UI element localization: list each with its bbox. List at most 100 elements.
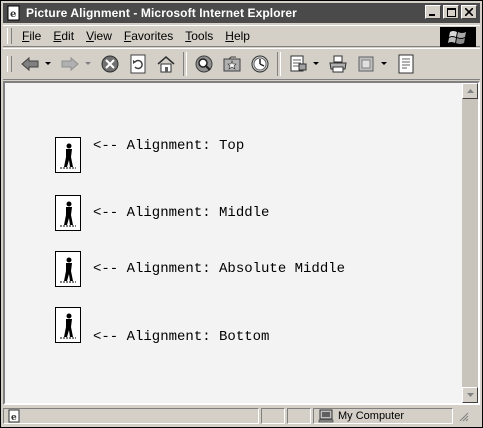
resize-grip-icon: [459, 412, 469, 422]
forward-dropdown[interactable]: [84, 52, 92, 76]
status-main: e: [3, 408, 259, 424]
back-dropdown[interactable]: [44, 52, 52, 76]
status-zone: My Computer: [313, 408, 453, 424]
refresh-button[interactable]: [126, 52, 150, 76]
print-button[interactable]: [326, 52, 350, 76]
menu-file-rest: ile: [29, 29, 42, 43]
scroll-down-button[interactable]: [462, 387, 478, 403]
browser-window: e Picture Alignment - Microsoft Internet…: [0, 0, 483, 428]
close-icon: [465, 8, 473, 16]
menu-view-accel: V: [86, 29, 94, 43]
history-icon: [251, 55, 269, 73]
menu-help[interactable]: Help: [219, 29, 256, 43]
mail-dropdown[interactable]: [312, 52, 320, 76]
home-icon: [157, 56, 175, 73]
window-title: Picture Alignment - Microsoft Internet E…: [26, 6, 297, 20]
stop-icon: [101, 55, 119, 73]
minimize-button[interactable]: [425, 5, 441, 19]
content-viewport: <-- Alignment: Top <-- Alignment: Middle…: [3, 81, 480, 405]
figure-image-icon: [60, 201, 76, 227]
standard-toolbar: [3, 48, 480, 80]
windows-flag-icon: [448, 31, 466, 44]
chevron-down-icon: [85, 62, 91, 65]
back-icon: [21, 56, 39, 72]
menu-edit-rest: dit: [61, 29, 75, 43]
toolbar-separator: [183, 52, 187, 76]
menu-view-rest: iew: [93, 29, 112, 43]
menubar-grip[interactable]: [7, 28, 12, 44]
svg-text:e: e: [11, 413, 17, 423]
toolbar-separator: [277, 52, 281, 76]
minimize-icon: [429, 14, 435, 16]
search-button[interactable]: [192, 52, 216, 76]
menu-tools-rest: ools: [191, 29, 214, 43]
edit-button[interactable]: [354, 52, 378, 76]
refresh-icon: [130, 54, 146, 74]
discuss-button[interactable]: [394, 52, 418, 76]
web-page: <-- Alignment: Top <-- Alignment: Middle…: [5, 83, 462, 403]
stop-button[interactable]: [98, 52, 122, 76]
figure-image-icon: [60, 313, 76, 339]
zone-label: My Computer: [338, 410, 405, 422]
status-security: [287, 408, 311, 424]
maximize-button[interactable]: [443, 5, 459, 19]
alignment-label-top: <-- Alignment: Top: [93, 138, 245, 154]
menu-help-accel: H: [225, 29, 234, 43]
alignment-row-bottom: <-- Alignment: Bottom: [55, 307, 270, 345]
favorites-icon: [223, 56, 241, 72]
discuss-icon: [398, 54, 414, 74]
alignment-label-bottom: <-- Alignment: Bottom: [93, 329, 270, 345]
alignment-row-absmiddle: <-- Alignment: Absolute Middle: [55, 251, 345, 287]
window-controls: [423, 5, 477, 19]
alignment-label-absolute-middle: <-- Alignment: Absolute Middle: [93, 261, 346, 277]
edit-icon: [358, 56, 374, 72]
favorites-button[interactable]: [220, 52, 244, 76]
forward-button[interactable]: [58, 52, 82, 76]
alignment-row-middle: <-- Alignment: Middle: [55, 195, 269, 231]
maximize-icon: [446, 7, 456, 17]
close-button[interactable]: [461, 5, 477, 19]
alignment-label-middle: <-- Alignment: Middle: [93, 205, 270, 221]
menu-tools[interactable]: Tools: [179, 29, 219, 43]
toolbar-grip[interactable]: [7, 56, 12, 72]
status-bar: e My Computer: [3, 407, 480, 425]
chevron-down-icon: [313, 62, 319, 65]
scroll-track[interactable]: [462, 99, 478, 387]
back-button[interactable]: [18, 52, 42, 76]
status-progress: [261, 408, 285, 424]
menu-favorites[interactable]: Favorites: [118, 29, 179, 43]
chevron-down-icon: [45, 62, 51, 65]
svg-text:e: e: [10, 9, 16, 20]
resize-grip[interactable]: [457, 409, 469, 423]
search-icon: [195, 55, 213, 73]
forward-icon: [61, 56, 79, 72]
edit-dropdown[interactable]: [380, 52, 388, 76]
figure-image-icon: [60, 257, 76, 283]
figure-image-icon: [60, 143, 76, 169]
menu-file[interactable]: File: [16, 29, 47, 43]
arrow-down-icon: [466, 393, 474, 397]
print-icon: [329, 55, 347, 73]
windows-logo: [440, 27, 476, 47]
menu-view[interactable]: View: [80, 29, 118, 43]
picture-thumbnail: [55, 251, 81, 287]
scroll-up-button[interactable]: [462, 83, 478, 99]
menu-favorites-rest: avorites: [131, 29, 174, 43]
picture-thumbnail: [55, 195, 81, 231]
home-button[interactable]: [154, 52, 178, 76]
title-bar[interactable]: e Picture Alignment - Microsoft Internet…: [3, 3, 480, 23]
page-done-icon: e: [8, 409, 20, 423]
chevron-down-icon: [381, 62, 387, 65]
mail-icon: [290, 55, 307, 72]
vertical-scrollbar[interactable]: [462, 83, 478, 403]
menu-bar: File Edit View Favorites Tools Help: [3, 25, 480, 47]
history-button[interactable]: [248, 52, 272, 76]
mail-button[interactable]: [286, 52, 310, 76]
computer-icon: [318, 409, 334, 423]
picture-thumbnail: [55, 137, 81, 173]
alignment-row-top: <-- Alignment: Top: [55, 137, 244, 173]
arrow-up-icon: [466, 89, 474, 93]
ie-page-icon: e: [7, 5, 20, 21]
picture-thumbnail: [55, 307, 81, 343]
menu-edit[interactable]: Edit: [47, 29, 80, 43]
